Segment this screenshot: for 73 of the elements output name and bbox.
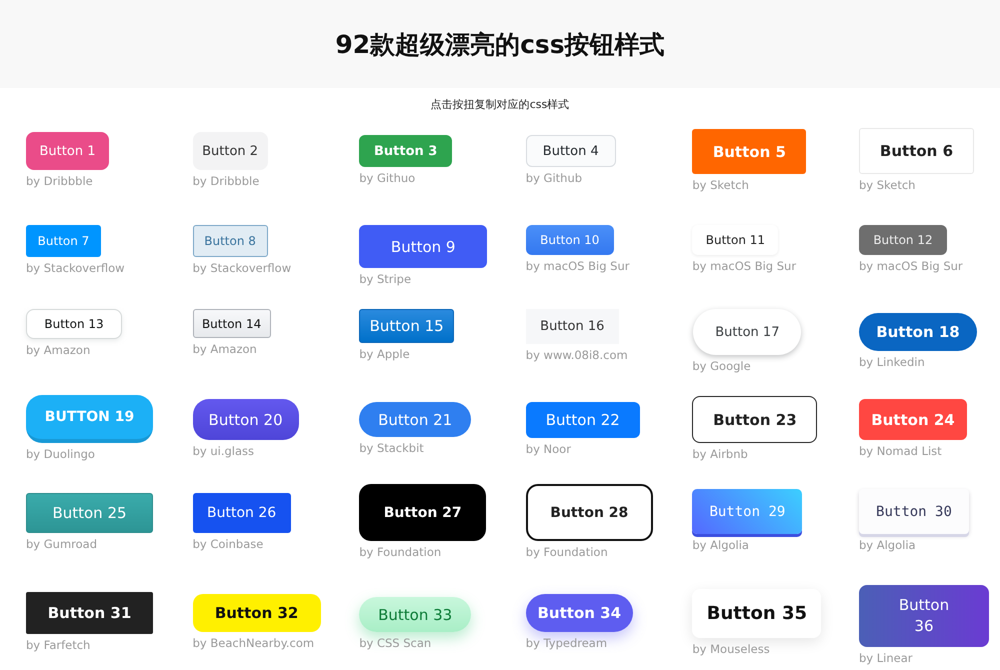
author-caption: by Mouseless [692,642,770,656]
sample-button[interactable]: Button 24 [858,399,967,440]
sample-button[interactable]: Button 9 [359,225,488,268]
sample-button[interactable]: Button 18 [858,313,977,351]
author-caption: by Nomad List [858,444,942,458]
sample-button[interactable]: Button 6 [858,128,974,174]
author-caption: by Stackoverflow [26,261,125,275]
author-caption: by Noor [526,442,571,456]
sample-button[interactable]: Button 8 [192,225,268,257]
sample-button[interactable]: Button 5 [692,129,806,174]
sample-button[interactable]: Button 17 [693,309,802,355]
author-caption: by ui.glass [192,444,254,458]
author-caption: by Duolingo [26,447,95,461]
sample-button[interactable]: Button 27 [359,484,486,541]
author-caption: by Githuo [359,171,416,185]
author-caption: by Stackoverflow [192,261,292,275]
sample-button[interactable]: Button 23 [692,396,818,443]
sample-button[interactable]: Button 7 [26,225,101,257]
author-caption: by Amazon [26,343,90,357]
author-caption: by Airbnb [692,447,748,461]
author-caption: by Algolia [692,538,749,552]
author-caption: by Linkedin [858,355,925,369]
sample-button[interactable]: Button 2 [192,132,268,170]
sample-button[interactable]: Button 16 [526,309,619,344]
sample-button[interactable]: Button 26 [192,493,291,533]
author-caption: by Foundation [526,545,608,559]
sample-button[interactable]: Button 20 [192,399,299,440]
sample-button[interactable]: Button 10 [526,225,614,255]
sample-button[interactable]: Button 22 [526,402,640,438]
author-caption: by Sketch [858,178,916,192]
author-caption: by CSS Scan [359,636,432,650]
author-caption: by macOS Big Sur [692,259,796,273]
sample-button[interactable]: Button 30 [858,489,969,534]
author-caption: by BeachNearby.com [192,636,314,650]
author-caption: by Stackbit [359,441,424,455]
sample-button[interactable]: Button 14 [192,309,271,338]
author-caption: by Dribbble [192,174,260,188]
sample-button[interactable]: Button 35 [692,589,822,638]
author-caption: by Stripe [359,272,412,286]
author-caption: by Gumroad [26,537,98,551]
sample-button[interactable]: Button 33 [359,597,472,632]
sample-button[interactable]: Button 29 [692,489,802,534]
sample-button[interactable]: Button 21 [359,402,472,437]
author-caption: by Amazon [192,342,257,356]
author-caption: by Foundation [359,545,442,559]
sample-button[interactable]: Button 31 [26,592,153,634]
sample-button[interactable]: Button 34 [526,594,633,632]
sample-button[interactable]: Button 15 [359,309,454,343]
sample-button[interactable]: Button 13 [26,309,122,339]
author-caption: by Algolia [858,538,916,552]
author-caption: by macOS Big Sur [526,259,630,273]
sample-button[interactable]: Button 12 [858,225,947,255]
author-caption: by Sketch [692,178,749,192]
author-caption: by macOS Big Sur [858,259,963,273]
author-caption: by Google [692,359,751,373]
sample-button[interactable]: Button 36 [858,585,989,647]
sample-button[interactable]: Button 4 [526,135,616,167]
sample-button[interactable]: Button 3 [359,135,452,167]
author-caption: by Apple [359,347,410,361]
sample-button[interactable]: Button 11 [692,225,778,255]
sample-button[interactable]: Button 28 [526,484,653,541]
sample-button[interactable]: Button 32 [192,594,321,632]
sample-button[interactable]: Button 1 [26,132,109,170]
author-caption: by Github [526,171,582,185]
author-caption: by Typedream [526,636,608,650]
author-caption: by Linear [858,651,912,665]
author-caption: by Coinbase [192,537,264,551]
author-caption: by Dribbble [26,174,93,188]
author-caption: by Farfetch [26,638,90,652]
page-title: 92款超级漂亮的css按钮样式 [335,28,665,60]
subtitle: 点击按扭复制对应的css样式 [430,97,570,113]
sample-button[interactable]: Button 25 [26,493,153,533]
author-caption: by www.08i8.com [526,348,628,362]
